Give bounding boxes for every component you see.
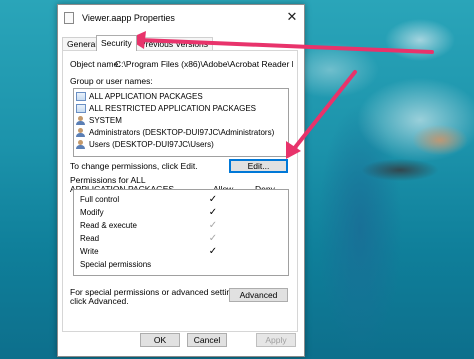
tab-previous-versions[interactable]: Previous Versions [135, 37, 214, 50]
title-bar: Viewer.aapp Properties ✕ [58, 5, 304, 31]
cancel-button[interactable]: Cancel [187, 333, 227, 347]
list-item[interactable]: ALL RESTRICTED APPLICATION PACKAGES [76, 103, 256, 115]
tab-strip: General Security Previous Versions [62, 35, 302, 51]
users-icon [76, 128, 86, 138]
snorkeler-photo [300, 0, 474, 200]
edit-button[interactable]: Edit... [229, 159, 288, 173]
allow-check-icon: ✓ [208, 207, 218, 218]
list-item-label: ALL APPLICATION PACKAGES [89, 92, 203, 101]
allow-check-icon: ✓ [208, 233, 218, 244]
file-icon [64, 12, 74, 24]
allow-check-icon: ✓ [208, 194, 218, 205]
object-name-label: Object name: [70, 59, 121, 69]
users-icon [76, 116, 86, 126]
close-icon[interactable]: ✕ [284, 9, 300, 25]
advanced-help-text-line2: click Advanced. [70, 296, 129, 306]
change-permissions-text: To change permissions, click Edit. [70, 161, 198, 171]
list-item[interactable]: Users (DESKTOP-DUI97JC\Users) [76, 139, 214, 151]
list-item[interactable]: SYSTEM [76, 115, 122, 127]
users-icon [76, 140, 86, 150]
permission-row: Read [80, 234, 100, 243]
list-item-label: Users (DESKTOP-DUI97JC\Users) [89, 140, 214, 149]
package-icon [76, 92, 86, 102]
permission-row: Read & execute [80, 221, 137, 230]
list-item[interactable]: Administrators (DESKTOP-DUI97JC\Administ… [76, 127, 274, 139]
group-user-list[interactable]: ALL APPLICATION PACKAGES ALL RESTRICTED … [73, 88, 289, 157]
list-item[interactable]: ALL APPLICATION PACKAGES [76, 91, 203, 103]
permission-row: Modify [80, 208, 104, 217]
list-item-label: ALL RESTRICTED APPLICATION PACKAGES [89, 104, 257, 113]
group-list-label: Group or user names: [70, 76, 153, 86]
advanced-button[interactable]: Advanced [229, 288, 288, 302]
security-panel: Object name: C:\Program Files (x86)\Adob… [62, 50, 298, 332]
list-item-label: Administrators (DESKTOP-DUI97JC\Administ… [89, 128, 275, 137]
list-item-label: SYSTEM [89, 116, 122, 125]
properties-dialog: Viewer.aapp Properties ✕ General Securit… [57, 4, 305, 357]
allow-check-icon: ✓ [208, 246, 218, 257]
permissions-table: Full control ✓ Modify ✓ Read & execute ✓… [73, 189, 289, 276]
tab-security[interactable]: Security [96, 35, 137, 51]
allow-check-icon: ✓ [208, 220, 218, 231]
apply-button[interactable]: Apply [256, 333, 296, 347]
ok-button[interactable]: OK [140, 333, 180, 347]
object-name-value: C:\Program Files (x86)\Adobe\Acrobat Rea… [115, 59, 293, 69]
window-title: Viewer.aapp Properties [82, 13, 175, 23]
permission-row: Full control [80, 195, 120, 204]
permission-row: Special permissions [80, 260, 152, 269]
package-icon [76, 104, 86, 114]
permission-row: Write [80, 247, 99, 256]
